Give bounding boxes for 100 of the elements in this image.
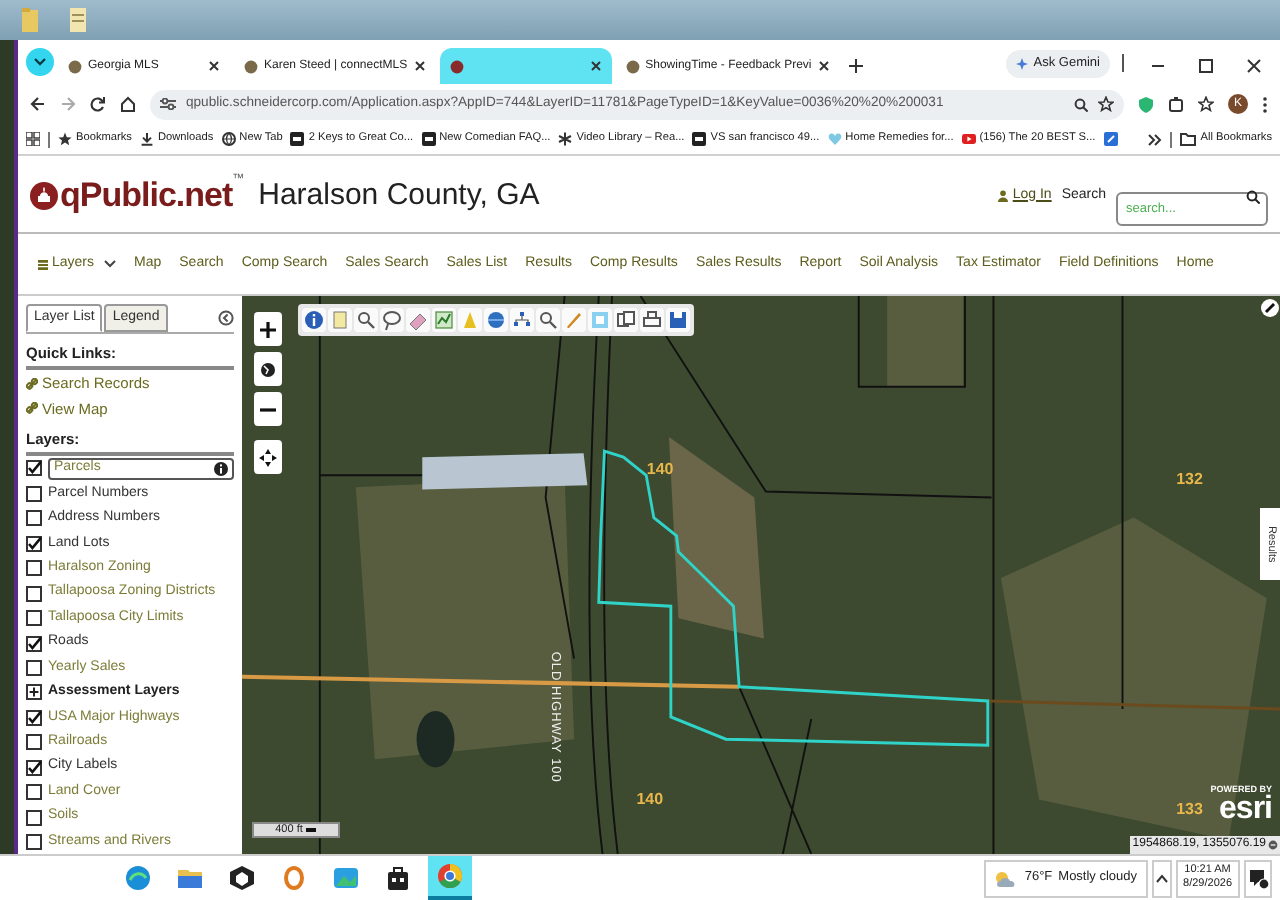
chevron-icon — [34, 58, 46, 66]
esri-logo: esri — [1219, 794, 1272, 826]
favicon-icon[interactable] — [1103, 132, 1118, 146]
close-icon[interactable] — [1246, 58, 1262, 74]
compass-icon[interactable] — [1260, 298, 1280, 318]
checkbox[interactable] — [26, 535, 42, 552]
close-icon — [208, 60, 220, 72]
collapse-icon — [1268, 840, 1278, 850]
favicon-icon — [290, 131, 305, 146]
checkbox[interactable] — [26, 635, 42, 652]
copy-icon[interactable] — [614, 308, 638, 332]
tree-icon[interactable] — [510, 308, 534, 332]
parcel-number-label: 140 — [636, 787, 664, 812]
close-icon — [817, 60, 830, 72]
favicon-icon — [68, 59, 82, 73]
checkbox[interactable] — [26, 784, 42, 801]
checkbox[interactable] — [26, 460, 42, 477]
link-icon — [26, 377, 38, 390]
zoom-out-button[interactable] — [254, 392, 282, 426]
parcel-number-label: 133 — [1176, 798, 1203, 823]
person-icon — [998, 190, 1009, 202]
zoom-icon[interactable] — [354, 308, 378, 332]
apps-grid-icon[interactable] — [26, 132, 40, 146]
bag-icon — [384, 864, 412, 892]
parcel-number-label: 132 — [1176, 468, 1203, 493]
checkbox[interactable] — [26, 485, 42, 502]
checkbox[interactable] — [26, 759, 42, 776]
puzzle-icon[interactable] — [1168, 96, 1184, 112]
checkbox[interactable] — [26, 560, 42, 577]
checkbox[interactable] — [26, 510, 42, 527]
maximize-icon[interactable] — [1198, 58, 1214, 74]
chart-icon[interactable] — [432, 308, 456, 332]
plus-icon — [258, 319, 278, 339]
download-icon — [139, 131, 154, 146]
tune-icon — [160, 98, 176, 110]
parcel-number-label: 140 — [646, 457, 674, 482]
chevron-up-icon[interactable] — [1151, 859, 1172, 897]
zoom-icon[interactable] — [1074, 97, 1088, 111]
info-icon[interactable] — [302, 308, 326, 332]
crosshair-icon — [258, 447, 278, 467]
swirl-icon — [124, 864, 152, 892]
capitol-logo-icon — [30, 182, 58, 210]
back-arrow-icon[interactable] — [30, 96, 46, 112]
checkbox[interactable] — [26, 709, 42, 726]
chevron-icon — [104, 260, 117, 268]
star-icon[interactable] — [1098, 96, 1114, 112]
gallery-icon — [332, 864, 360, 892]
browser-tab[interactable] — [439, 48, 612, 84]
eraser-icon[interactable] — [406, 308, 430, 332]
lasso-icon[interactable] — [380, 308, 404, 332]
folder-icon — [20, 6, 40, 34]
favicon-icon — [625, 59, 640, 73]
shield-icon[interactable] — [1138, 95, 1154, 113]
checkbox[interactable] — [26, 834, 42, 851]
ring-icon — [436, 862, 464, 890]
info-icon — [214, 461, 228, 476]
checkbox[interactable] — [26, 585, 42, 602]
favicon-icon — [421, 131, 436, 146]
site-logo: qPublic.net — [60, 174, 233, 219]
cube-icon — [228, 864, 256, 892]
globe-button[interactable] — [254, 352, 282, 386]
tab-search-button[interactable] — [26, 48, 54, 76]
home-icon[interactable] — [120, 96, 136, 112]
collapse-icon[interactable] — [218, 310, 234, 326]
plus-icon[interactable] — [847, 58, 864, 74]
close-icon — [413, 60, 426, 72]
chevrons-icon[interactable] — [1148, 133, 1163, 145]
expand-icon[interactable] — [26, 684, 42, 701]
folder-icon — [1180, 131, 1197, 146]
checkbox[interactable] — [26, 659, 42, 676]
reload-icon[interactable] — [90, 96, 106, 112]
folder-icon — [176, 864, 204, 892]
notification-icon[interactable] — [1244, 859, 1272, 897]
zoom-icon[interactable] — [536, 308, 560, 332]
more-icon[interactable] — [1262, 95, 1268, 113]
checkbox[interactable] — [26, 734, 42, 751]
star-icon — [58, 131, 72, 146]
print-icon[interactable] — [640, 308, 664, 332]
asterisk-icon — [558, 131, 573, 146]
sparkle-icon — [1015, 58, 1028, 70]
favicon-icon — [244, 59, 258, 73]
link-icon — [26, 402, 38, 415]
star-icon[interactable] — [1198, 96, 1214, 112]
document-icon — [68, 6, 88, 34]
badge-icon — [280, 864, 308, 892]
save-icon[interactable] — [666, 308, 690, 332]
zoom-in-button[interactable] — [254, 312, 282, 346]
globe-icon — [221, 131, 236, 146]
search-icon[interactable] — [1246, 189, 1260, 203]
favicon-icon — [449, 59, 464, 73]
heart-icon — [827, 131, 842, 146]
globe-icon[interactable] — [484, 308, 508, 332]
play-icon — [961, 131, 976, 146]
county-title: Haralson County, GA — [258, 175, 540, 216]
close-icon — [589, 60, 602, 72]
checkbox[interactable] — [26, 610, 42, 627]
cloud-icon — [994, 869, 1019, 887]
locate-button[interactable] — [254, 440, 282, 474]
list-icon — [38, 259, 48, 269]
checkbox[interactable] — [26, 809, 42, 826]
